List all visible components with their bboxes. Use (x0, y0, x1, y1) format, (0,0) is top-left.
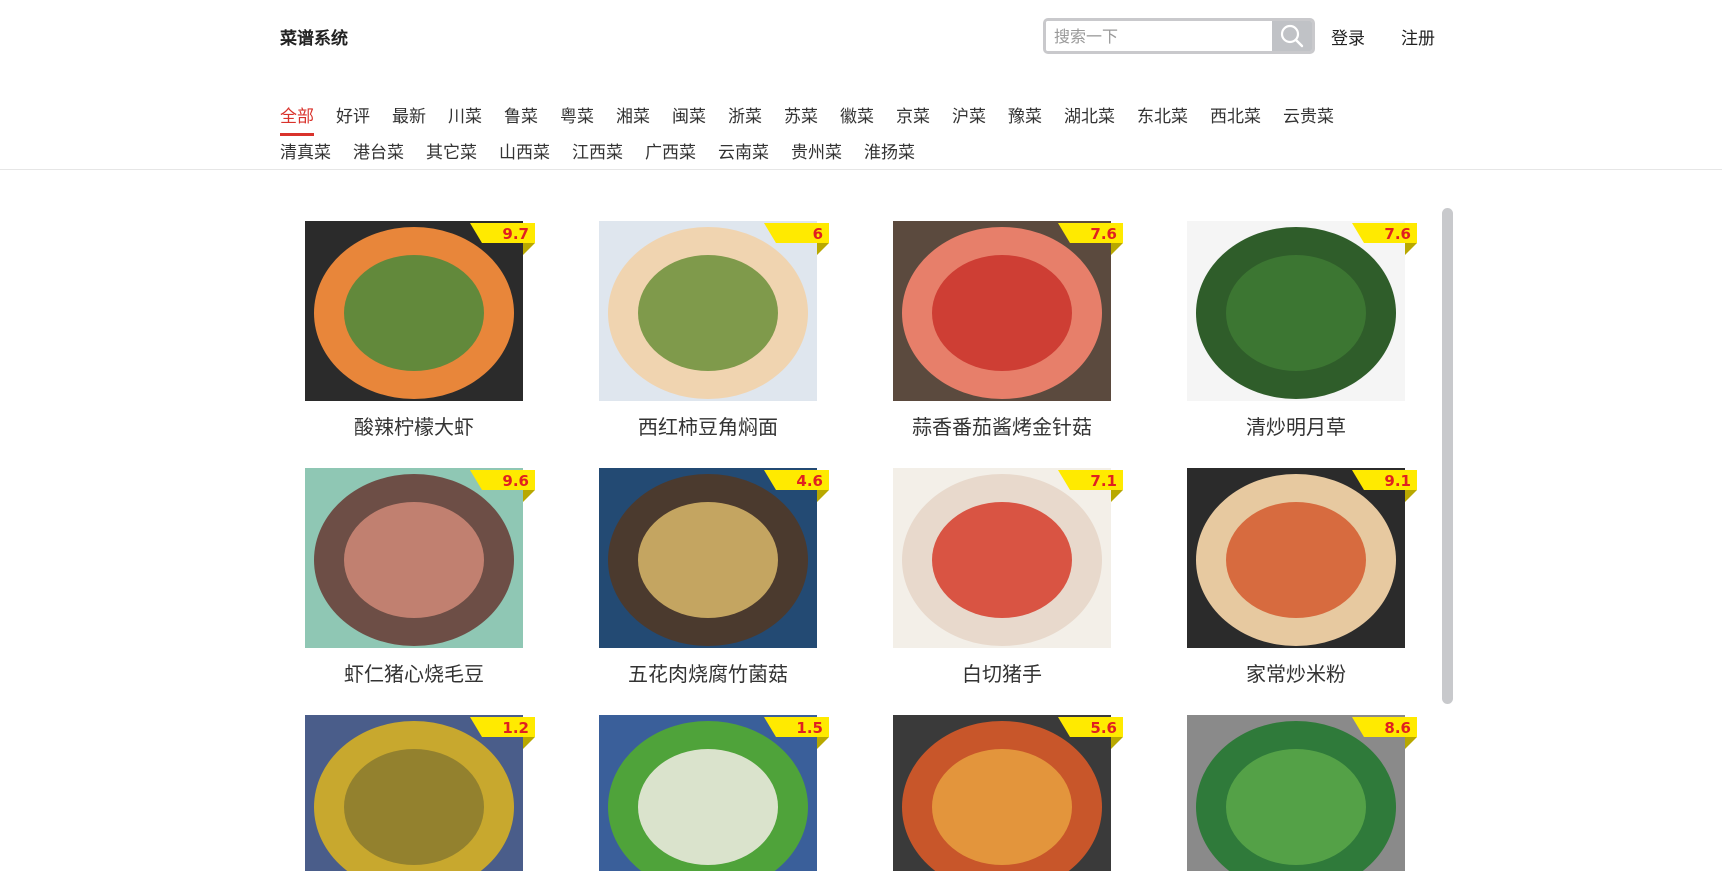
recipe-score: 1.5 (796, 719, 823, 737)
category-tab[interactable]: 其它菜 (426, 138, 477, 169)
recipe-score: 7.6 (1384, 225, 1411, 243)
recipe-thumbnail[interactable]: 6 (599, 221, 829, 401)
search-box (1043, 18, 1315, 54)
category-tab[interactable]: 京菜 (896, 102, 930, 133)
category-tab[interactable]: 湘菜 (616, 102, 650, 133)
search-input[interactable] (1046, 21, 1272, 51)
recipe-thumbnail[interactable]: 4.6 (599, 468, 829, 648)
recipe-thumbnail[interactable]: 7.1 (893, 468, 1123, 648)
recipe-grid: 9.7 酸辣柠檬大虾 6 西红柿豆角焖面 7.6 蒜香番茄酱烤金针菇 7.6 清炒明月草 9.6… (305, 221, 1417, 871)
category-tab[interactable]: 山西菜 (499, 138, 550, 169)
recipe-thumbnail[interactable]: 8.6 (1187, 715, 1417, 871)
category-tab[interactable]: 云南菜 (718, 138, 769, 169)
recipe-card[interactable]: 7.1 白切猪手 (893, 468, 1123, 687)
recipe-score: 8.6 (1384, 719, 1411, 737)
recipe-card[interactable]: 5.6 (893, 715, 1123, 871)
recipe-score: 9.6 (502, 472, 529, 490)
recipe-thumbnail[interactable]: 7.6 (893, 221, 1123, 401)
recipe-title[interactable]: 西红柿豆角焖面 (599, 411, 817, 440)
category-tab[interactable]: 好评 (336, 102, 370, 133)
register-link[interactable]: 注册 (1401, 24, 1435, 49)
category-tab[interactable]: 全部 (280, 102, 314, 136)
recipe-card[interactable]: 9.6 虾仁猪心烧毛豆 (305, 468, 535, 687)
recipe-title[interactable]: 白切猪手 (893, 658, 1111, 687)
login-link[interactable]: 登录 (1331, 24, 1365, 49)
recipe-score: 6 (812, 225, 823, 243)
recipe-list-area: 9.7 酸辣柠檬大虾 6 西红柿豆角焖面 7.6 蒜香番茄酱烤金针菇 7.6 清炒明月草 9.6… (0, 171, 1722, 871)
recipe-thumbnail[interactable]: 9.7 (305, 221, 535, 401)
recipe-card[interactable]: 8.6 (1187, 715, 1417, 871)
category-tab[interactable]: 川菜 (448, 102, 482, 133)
recipe-card[interactable]: 4.6 五花肉烧腐竹菌菇 (599, 468, 829, 687)
scrollbar[interactable] (1442, 208, 1453, 704)
recipe-thumbnail[interactable]: 9.6 (305, 468, 535, 648)
top-header: 菜谱系统 登录 注册 全部好评最新川菜鲁菜粤菜湘菜闽菜浙菜苏菜徽菜京菜沪菜豫菜湖… (0, 0, 1722, 170)
category-tab[interactable]: 闽菜 (672, 102, 706, 133)
category-nav: 全部 好评 最新 川菜 鲁菜 粤菜 湘菜 闽菜 浙菜 苏菜 徽菜 京菜 沪菜 豫菜 湖北菜 东北菜 西北菜 云贵菜… (280, 102, 1400, 174)
recipe-title[interactable]: 酸辣柠檬大虾 (305, 411, 523, 440)
category-tab[interactable]: 东北菜 (1137, 102, 1188, 133)
recipe-score: 1.2 (502, 719, 529, 737)
recipe-card[interactable]: 7.6 清炒明月草 (1187, 221, 1417, 440)
recipe-card[interactable]: 9.7 酸辣柠檬大虾 (305, 221, 535, 440)
category-tab[interactable]: 鲁菜 (504, 102, 538, 133)
category-tab[interactable]: 沪菜 (952, 102, 986, 133)
category-tab[interactable]: 云贵菜 (1283, 102, 1334, 133)
recipe-score: 4.6 (796, 472, 823, 490)
recipe-score: 7.6 (1090, 225, 1117, 243)
category-tab[interactable]: 清真菜 (280, 138, 331, 169)
recipe-score: 5.6 (1090, 719, 1117, 737)
category-row-1: 全部 好评 最新 川菜 鲁菜 粤菜 湘菜 闽菜 浙菜 苏菜 徽菜 京菜 沪菜 豫菜 湖北菜 东北菜 西北菜 云贵菜 (280, 102, 1400, 138)
search-icon (1280, 24, 1304, 48)
category-tab[interactable]: 江西菜 (572, 138, 623, 169)
recipe-score: 9.1 (1384, 472, 1411, 490)
recipe-card[interactable]: 6 西红柿豆角焖面 (599, 221, 829, 440)
search-button[interactable] (1272, 21, 1312, 51)
category-tab[interactable]: 最新 (392, 102, 426, 133)
recipe-title[interactable]: 虾仁猪心烧毛豆 (305, 658, 523, 687)
recipe-card[interactable]: 1.5 (599, 715, 829, 871)
recipe-thumbnail[interactable]: 7.6 (1187, 221, 1417, 401)
recipe-score: 9.7 (502, 225, 529, 243)
recipe-score: 7.1 (1090, 472, 1117, 490)
category-tab[interactable]: 广西菜 (645, 138, 696, 169)
recipe-title[interactable]: 家常炒米粉 (1187, 658, 1405, 687)
recipe-card[interactable]: 7.6 蒜香番茄酱烤金针菇 (893, 221, 1123, 440)
category-tab[interactable]: 徽菜 (840, 102, 874, 133)
recipe-title[interactable]: 清炒明月草 (1187, 411, 1405, 440)
recipe-card[interactable]: 1.2 (305, 715, 535, 871)
recipe-title[interactable]: 五花肉烧腐竹菌菇 (599, 658, 817, 687)
recipe-thumbnail[interactable]: 9.1 (1187, 468, 1417, 648)
category-tab[interactable]: 浙菜 (728, 102, 762, 133)
recipe-thumbnail[interactable]: 5.6 (893, 715, 1123, 871)
brand-title[interactable]: 菜谱系统 (280, 24, 348, 49)
recipe-thumbnail[interactable]: 1.2 (305, 715, 535, 871)
category-tab[interactable]: 西北菜 (1210, 102, 1261, 133)
category-tab[interactable]: 港台菜 (353, 138, 404, 169)
category-tab[interactable]: 豫菜 (1008, 102, 1042, 133)
category-row-2: 清真菜 港台菜 其它菜 山西菜 江西菜 广西菜 云南菜 贵州菜 淮扬菜 (280, 138, 1400, 174)
category-tab[interactable]: 淮扬菜 (864, 138, 915, 169)
category-tab[interactable]: 苏菜 (784, 102, 818, 133)
category-tab[interactable]: 湖北菜 (1064, 102, 1115, 133)
recipe-title[interactable]: 蒜香番茄酱烤金针菇 (893, 411, 1111, 440)
category-tab[interactable]: 贵州菜 (791, 138, 842, 169)
recipe-card[interactable]: 9.1 家常炒米粉 (1187, 468, 1417, 687)
category-tab[interactable]: 粤菜 (560, 102, 594, 133)
recipe-thumbnail[interactable]: 1.5 (599, 715, 829, 871)
